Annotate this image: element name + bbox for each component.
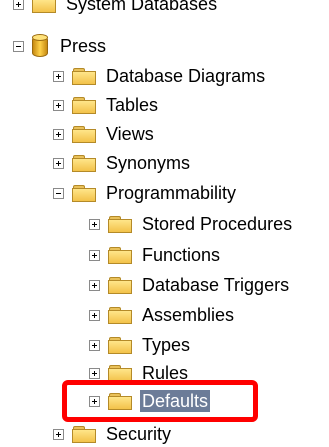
tree-node-views[interactable]: Views <box>53 121 156 147</box>
expand-icon[interactable] <box>53 128 64 140</box>
expand-icon[interactable] <box>89 249 100 261</box>
tree-node-label: Security <box>106 424 172 444</box>
folder-icon <box>108 276 132 294</box>
expand-icon[interactable] <box>89 279 100 291</box>
folder-icon <box>72 184 96 202</box>
folder-icon <box>108 306 132 324</box>
folder-icon <box>32 0 56 13</box>
tree-node-label: Programmability <box>106 183 237 203</box>
tree-node-label: Views <box>106 124 154 144</box>
database-icon <box>32 34 48 58</box>
tree-node-press[interactable]: Press <box>13 33 108 59</box>
tree-node-database-diagrams[interactable]: Database Diagrams <box>53 63 267 89</box>
tree-node-label: Functions <box>142 245 221 265</box>
folder-icon <box>108 215 132 233</box>
tree-node-stored-procedures[interactable]: Stored Procedures <box>89 211 294 237</box>
highlight-annotation-box <box>62 380 258 422</box>
tree-node-label: Assemblies <box>142 305 235 325</box>
expand-icon[interactable] <box>89 218 100 230</box>
tree-node-label: Stored Procedures <box>142 214 293 234</box>
tree-node-label: Database Triggers <box>142 275 290 295</box>
tree-node-label: Database Diagrams <box>106 66 266 86</box>
tree-node-programmability[interactable]: Programmability <box>53 180 238 206</box>
tree-node-security[interactable]: Security <box>53 421 173 447</box>
folder-icon <box>72 154 96 172</box>
folder-icon <box>108 246 132 264</box>
expand-icon[interactable] <box>53 428 64 440</box>
folder-icon <box>72 96 96 114</box>
folder-icon <box>108 364 132 382</box>
tree-node-tables[interactable]: Tables <box>53 92 160 118</box>
tree-node-assemblies[interactable]: Assemblies <box>89 302 236 328</box>
tree-node-database-triggers[interactable]: Database Triggers <box>89 272 291 298</box>
expand-icon[interactable] <box>53 157 64 169</box>
folder-icon <box>108 336 132 354</box>
tree-node-label: Synonyms <box>106 153 191 173</box>
folder-icon <box>72 425 96 443</box>
object-explorer-tree: System Databases Press Database Diagrams… <box>0 0 329 446</box>
expand-icon[interactable] <box>89 309 100 321</box>
expand-icon[interactable] <box>89 339 100 351</box>
tree-node-label: System Databases <box>66 0 218 14</box>
expand-icon[interactable] <box>89 367 100 379</box>
tree-node-label: Types <box>142 335 191 355</box>
tree-node-functions[interactable]: Functions <box>89 242 222 268</box>
expand-icon[interactable] <box>13 0 24 10</box>
collapse-icon[interactable] <box>53 187 64 199</box>
folder-icon <box>72 125 96 143</box>
expand-icon[interactable] <box>53 70 64 82</box>
tree-node-label: Press <box>60 36 107 56</box>
tree-node-synonyms[interactable]: Synonyms <box>53 150 192 176</box>
tree-node-types[interactable]: Types <box>89 332 192 358</box>
collapse-icon[interactable] <box>13 40 24 52</box>
folder-icon <box>72 67 96 85</box>
tree-node-system-databases[interactable]: System Databases <box>13 0 219 17</box>
expand-icon[interactable] <box>53 99 64 111</box>
tree-node-label: Tables <box>106 95 159 115</box>
